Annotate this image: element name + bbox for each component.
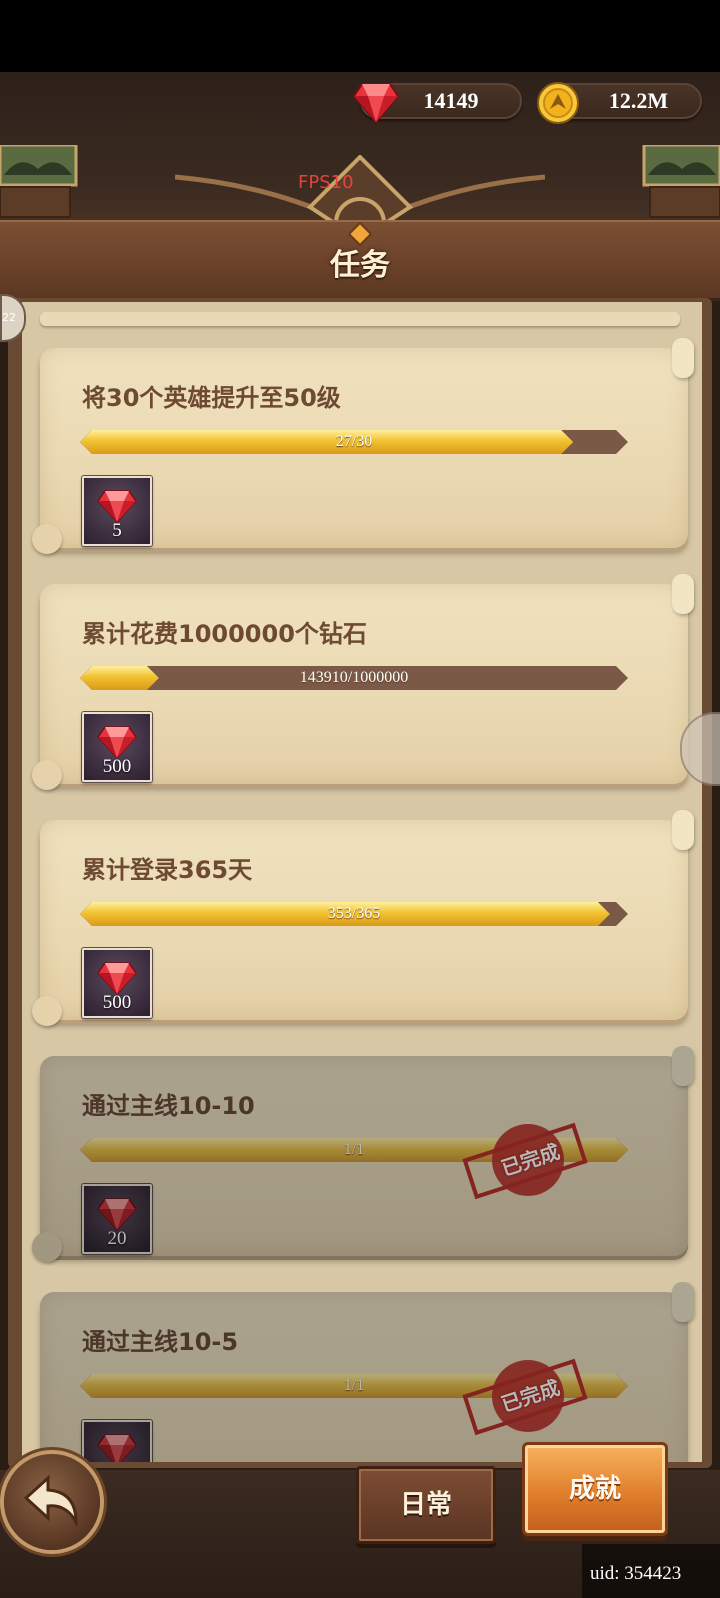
task-card[interactable]: 累计花费1000000个钻石 143910/1000000 500 [32,574,694,790]
reward-amount: 500 [102,756,132,777]
reward-slot[interactable]: 500 [82,712,152,782]
gold-count: 12.2M [608,88,669,113]
left-pillar-ornament [0,145,78,218]
scroll-curl [32,760,62,790]
completed-stamp: 已完成 [460,1352,590,1442]
progress-bar: 353/365 [80,902,628,926]
scroll-curl [32,524,62,554]
red-gem-icon [97,1434,137,1462]
tab-daily[interactable]: 日常 [356,1466,496,1544]
task-list[interactable]: 将30个英雄提升至50级 27/30 5 累计花费1000000个钻石 143910/1… [22,302,702,1462]
task-title: 累计登录365天 [82,856,253,884]
uid-label: uid: 354423 [582,1544,720,1598]
scroll-curl [672,1046,694,1086]
scroll-top-edge [40,312,680,326]
reward-amount: 5 [112,520,122,541]
scroll-curl [672,338,694,378]
scroll-curl [672,810,694,850]
gem-count: 14149 [423,88,479,113]
scroll-curl [32,1232,62,1262]
task-title: 将30个英雄提升至50级 [82,384,341,412]
reward-slot[interactable]: 500 [82,948,152,1018]
progress-text: 353/365 [327,905,381,922]
red-gem-icon [97,490,137,524]
completed-stamp: 已完成 [460,1116,590,1206]
right-pillar-ornament [642,145,720,218]
back-button[interactable] [4,1454,100,1550]
red-gem-icon [97,726,137,760]
reward-slot[interactable] [82,1420,152,1462]
progress-text: 143910/1000000 [299,669,409,686]
task-card[interactable]: 将30个英雄提升至50级 27/30 5 [32,338,694,554]
reward-amount: 500 [102,992,132,1013]
task-card[interactable]: 通过主线10-5 1/1 已完成 [40,1282,694,1462]
red-gem-icon [97,962,137,996]
status-bar [0,0,720,72]
gold-coin-icon [537,82,579,124]
page-title: 任务 [330,248,390,283]
reward-amount: 20 [107,1228,127,1249]
scroll-curl [672,1282,694,1322]
progress-bar: 27/30 [80,430,628,454]
red-gem-icon [97,1198,137,1232]
task-title: 通过主线10-10 [82,1092,255,1120]
fps-counter: FPS10 [298,172,354,193]
reward-slot[interactable]: 5 [82,476,152,546]
scroll-curl [32,996,62,1026]
scroll-curl [672,574,694,614]
task-card[interactable]: 累计登录365天 353/365 500 [32,810,694,1026]
tab-achievement[interactable]: 成就 [522,1442,668,1536]
back-arrow-icon [23,1474,78,1528]
task-title: 通过主线10-5 [82,1328,239,1356]
reward-slot[interactable]: 20 [82,1184,152,1254]
red-gem-icon [352,83,400,124]
task-title: 累计花费1000000个钻石 [82,620,367,648]
side-badge-label: 22 [2,311,16,324]
progress-text: 27/30 [335,433,373,450]
task-card[interactable]: 通过主线10-10 1/1 20 已完成 [32,1046,694,1262]
progress-bar: 143910/1000000 [80,666,628,690]
